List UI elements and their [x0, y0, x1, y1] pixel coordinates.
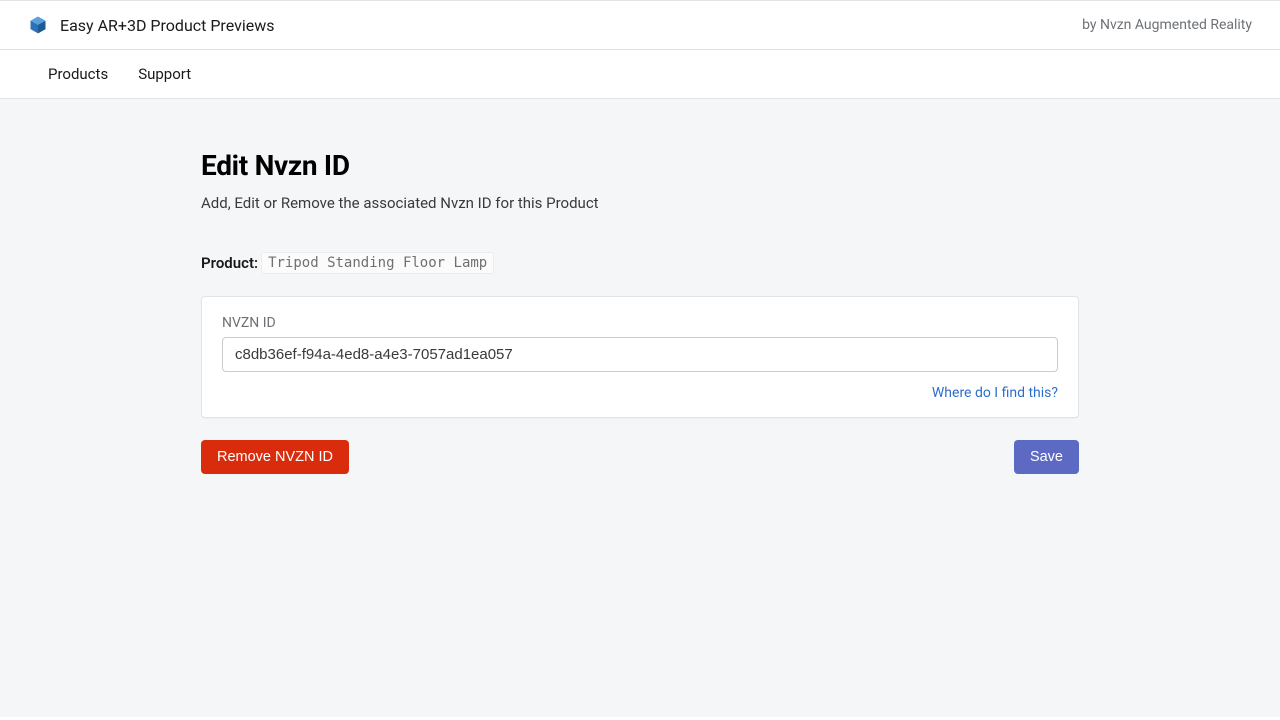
page-body: Edit Nvzn ID Add, Edit or Remove the ass…	[0, 99, 1280, 717]
navbar: Products Support	[0, 50, 1280, 99]
nav-products[interactable]: Products	[48, 65, 108, 83]
nvzn-id-input[interactable]	[222, 337, 1058, 372]
product-name: Tripod Standing Floor Lamp	[261, 252, 494, 274]
button-row: Remove NVZN ID Save	[201, 440, 1079, 474]
nvzn-id-card: NVZN ID Where do I find this?	[201, 296, 1079, 418]
app-byline: by Nvzn Augmented Reality	[1082, 17, 1252, 33]
page-title: Edit Nvzn ID	[201, 149, 1079, 182]
app-logo-icon	[28, 15, 48, 35]
page-subtitle: Add, Edit or Remove the associated Nvzn …	[201, 194, 1079, 212]
nvzn-id-label: NVZN ID	[222, 315, 1058, 331]
app-title: Easy AR+3D Product Previews	[60, 16, 275, 35]
product-row: Product: Tripod Standing Floor Lamp	[201, 252, 1079, 274]
header-left: Easy AR+3D Product Previews	[28, 15, 275, 35]
help-link[interactable]: Where do I find this?	[932, 385, 1058, 401]
product-label: Product:	[201, 254, 258, 272]
nav-support[interactable]: Support	[138, 65, 191, 83]
remove-nvzn-id-button[interactable]: Remove NVZN ID	[201, 440, 349, 474]
app-header: Easy AR+3D Product Previews by Nvzn Augm…	[0, 1, 1280, 50]
save-button[interactable]: Save	[1014, 440, 1079, 474]
